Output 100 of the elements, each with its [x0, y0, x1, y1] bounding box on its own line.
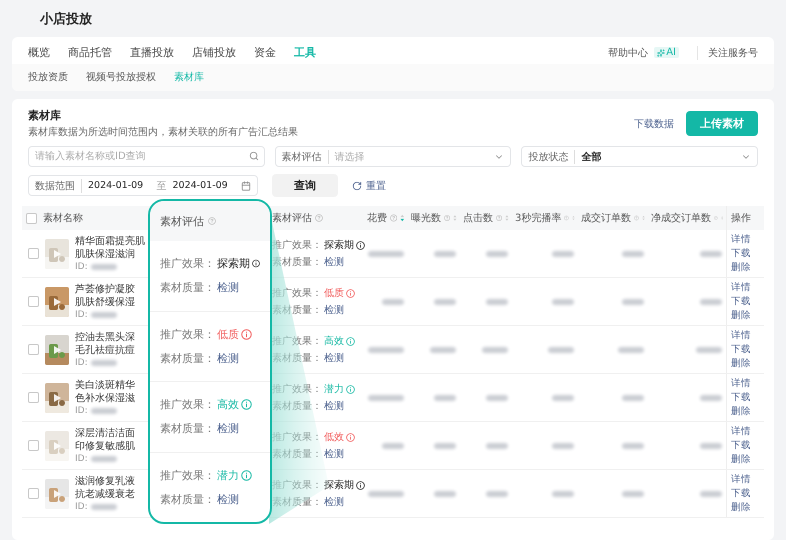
blurred-value: [368, 250, 404, 256]
nav-tab[interactable]: 资金: [254, 45, 276, 60]
blurred-value: [368, 490, 404, 496]
blurred-value: [90, 360, 117, 366]
help-icon: [444, 214, 450, 222]
action-link[interactable]: 删除: [731, 502, 751, 513]
nav-tab[interactable]: 店铺投放: [192, 45, 236, 60]
row-checkbox[interactable]: [28, 248, 39, 259]
action-link[interactable]: 详情: [731, 234, 751, 245]
action-link[interactable]: 删除: [731, 262, 751, 273]
blurred-value: [486, 250, 508, 256]
blurred-value: [430, 346, 456, 352]
action-link[interactable]: 下载: [731, 488, 751, 499]
material-name: 色补水保湿滋: [75, 392, 135, 404]
blurred-value: [552, 442, 574, 448]
column-header[interactable]: 曝光数: [411, 211, 441, 225]
row-checkbox[interactable]: [28, 440, 39, 451]
action-link[interactable]: 详情: [731, 474, 751, 485]
section-title: 素材库: [28, 108, 62, 123]
reset-button[interactable]: 重置: [352, 178, 386, 192]
column-header[interactable]: 点击数: [463, 211, 493, 225]
row-checkbox[interactable]: [28, 344, 39, 355]
download-link[interactable]: 下载数据: [634, 116, 674, 130]
quality-link[interactable]: 检测: [217, 492, 239, 507]
quality-link[interactable]: 检测: [324, 495, 344, 509]
sort-icon[interactable]: [400, 214, 405, 222]
effect-rating: 探索期: [324, 238, 354, 252]
search-field[interactable]: 请输入素材名称或ID查询: [28, 146, 265, 167]
sub-tab[interactable]: 视频号投放授权: [86, 70, 156, 84]
sort-icon[interactable]: [453, 214, 457, 222]
sort-icon[interactable]: [505, 214, 509, 222]
info-icon: [346, 432, 355, 442]
id-label: ID:: [75, 262, 88, 272]
blurred-value: [696, 346, 722, 352]
column-header[interactable]: 成交订单数: [581, 211, 631, 225]
blurred-value: [90, 408, 117, 414]
column-header[interactable]: 3秒完播率: [515, 211, 562, 225]
material-name: 滋润修复乳液: [75, 476, 135, 488]
effect-rating: 探索期: [217, 256, 250, 272]
help-icon: [714, 214, 718, 222]
effect-label: 推广效果：: [160, 468, 215, 483]
action-link[interactable]: 删除: [731, 406, 751, 417]
blurred-value: [434, 442, 456, 448]
action-link[interactable]: 下载: [731, 296, 751, 307]
column-header[interactable]: 花费: [367, 211, 387, 225]
info-icon: [356, 480, 365, 490]
blurred-value: [434, 394, 456, 400]
action-link[interactable]: 下载: [731, 248, 751, 259]
quality-label: 素材质量：: [160, 280, 215, 296]
action-link[interactable]: 详情: [731, 378, 751, 389]
quality-link[interactable]: 检测: [217, 421, 239, 436]
nav-tab[interactable]: 商品托管: [68, 45, 112, 60]
id-label: ID:: [75, 406, 88, 416]
blurred-value: [618, 346, 644, 352]
action-link[interactable]: 详情: [731, 282, 751, 293]
sub-tab[interactable]: 投放资质: [28, 70, 68, 84]
quality-link[interactable]: 检测: [324, 447, 344, 461]
action-link[interactable]: 详情: [731, 330, 751, 341]
quality-link[interactable]: 检测: [324, 351, 344, 365]
query-button[interactable]: 查询: [272, 174, 338, 197]
blurred-value: [486, 394, 508, 400]
action-link[interactable]: 删除: [731, 454, 751, 465]
info-icon: [252, 258, 260, 270]
column-header[interactable]: 净成交订单数: [651, 211, 711, 225]
action-link[interactable]: 下载: [731, 440, 751, 451]
action-link[interactable]: 下载: [731, 344, 751, 355]
blurred-value: [434, 250, 456, 256]
nav-tab[interactable]: 直播投放: [130, 45, 174, 60]
row-checkbox[interactable]: [28, 296, 39, 307]
blurred-value: [552, 490, 574, 496]
row-checkbox[interactable]: [28, 488, 39, 499]
info-icon: [241, 328, 252, 340]
action-link[interactable]: 删除: [731, 310, 751, 321]
effect-rating: 探索期: [324, 478, 354, 492]
id-label: ID:: [75, 502, 88, 512]
status-select[interactable]: 投放状态 全部: [521, 146, 758, 167]
help-center-link[interactable]: 帮助中心: [608, 46, 648, 60]
sparkle-icon: [657, 48, 666, 56]
material-name: 肌肤保湿滋润: [75, 248, 136, 260]
action-link[interactable]: 详情: [731, 426, 751, 437]
quality-link[interactable]: 检测: [324, 399, 344, 413]
follow-link[interactable]: 关注服务号: [697, 46, 758, 60]
blurred-value: [90, 504, 117, 510]
row-checkbox[interactable]: [28, 392, 39, 403]
effect-label: 推广效果：: [160, 326, 215, 342]
material-name: 印修复敏感肌: [75, 440, 135, 452]
quality-link[interactable]: 检测: [217, 280, 239, 296]
effect-label: 推广效果：: [160, 397, 215, 412]
quality-link[interactable]: 检测: [217, 350, 239, 366]
nav-tab[interactable]: 概览: [28, 45, 50, 60]
info-icon: [241, 470, 252, 481]
date-range-field[interactable]: 数据范围 2024-01-09 至 2024-01-09: [28, 175, 258, 196]
select-all-checkbox[interactable]: [26, 212, 37, 224]
blurred-value: [382, 298, 404, 304]
evaluation-select[interactable]: 素材评估 请选择: [274, 146, 512, 167]
quality-link[interactable]: 检测: [324, 303, 344, 317]
quality-link[interactable]: 检测: [324, 255, 344, 269]
blurred-value: [700, 490, 722, 496]
action-link[interactable]: 下载: [731, 392, 751, 403]
action-link[interactable]: 删除: [731, 358, 751, 369]
